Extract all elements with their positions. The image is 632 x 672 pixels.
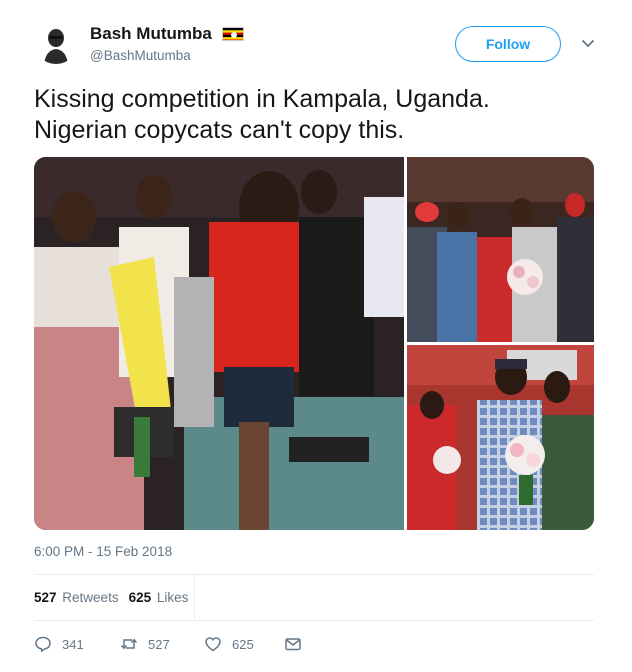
like-button[interactable]: 625 bbox=[204, 635, 284, 653]
reply-icon bbox=[35, 636, 51, 652]
retweets-label: Retweets bbox=[62, 589, 119, 605]
tweet-header: Bash Mutumba @BashMutumba Follow bbox=[34, 18, 596, 70]
tweet-text-line-2: Nigerian copycats can't copy this. bbox=[34, 116, 405, 144]
envelope-icon bbox=[285, 638, 301, 651]
media-grid bbox=[34, 157, 594, 530]
tweet-actions: 341 527 625 bbox=[34, 632, 302, 656]
direct-message-button[interactable] bbox=[284, 635, 302, 653]
heart-icon bbox=[205, 637, 221, 652]
divider-top bbox=[34, 574, 594, 575]
photo-main[interactable] bbox=[34, 157, 404, 530]
divider-bottom bbox=[34, 620, 594, 621]
uganda-flag-icon bbox=[222, 27, 245, 41]
photo-bottom-right[interactable] bbox=[407, 345, 594, 530]
follow-button[interactable]: Follow bbox=[455, 26, 561, 62]
user-handle[interactable]: @BashMutumba bbox=[90, 48, 244, 63]
retweets-stat[interactable]: 527 Retweets bbox=[34, 590, 119, 605]
chevron-down-icon[interactable] bbox=[578, 34, 598, 54]
likes-count: 625 bbox=[128, 589, 152, 605]
tweet-stats: 527 Retweets 625 Likes bbox=[34, 586, 198, 608]
photo-top-right[interactable] bbox=[407, 157, 594, 342]
reply-button[interactable]: 341 bbox=[34, 635, 120, 653]
tweet-timestamp[interactable]: 6:00 PM - 15 Feb 2018 bbox=[34, 544, 172, 559]
stats-separator bbox=[194, 575, 195, 619]
retweet-button[interactable]: 527 bbox=[120, 635, 204, 653]
tweet-text: Kissing competition in Kampala, Uganda. … bbox=[34, 84, 594, 146]
retweet-icon bbox=[120, 638, 138, 650]
likes-stat[interactable]: 625 Likes bbox=[129, 590, 189, 605]
avatar[interactable] bbox=[34, 20, 78, 64]
likes-label: Likes bbox=[156, 589, 189, 605]
like-count: 625 bbox=[232, 636, 254, 652]
display-name[interactable]: Bash Mutumba bbox=[90, 24, 212, 44]
retweets-count: 527 bbox=[34, 589, 57, 605]
user-info: Bash Mutumba @BashMutumba bbox=[90, 24, 245, 63]
tweet-text-line-1: Kissing competition in Kampala, Uganda. bbox=[34, 85, 490, 113]
reply-count: 341 bbox=[62, 636, 84, 652]
retweet-count: 527 bbox=[148, 636, 170, 652]
